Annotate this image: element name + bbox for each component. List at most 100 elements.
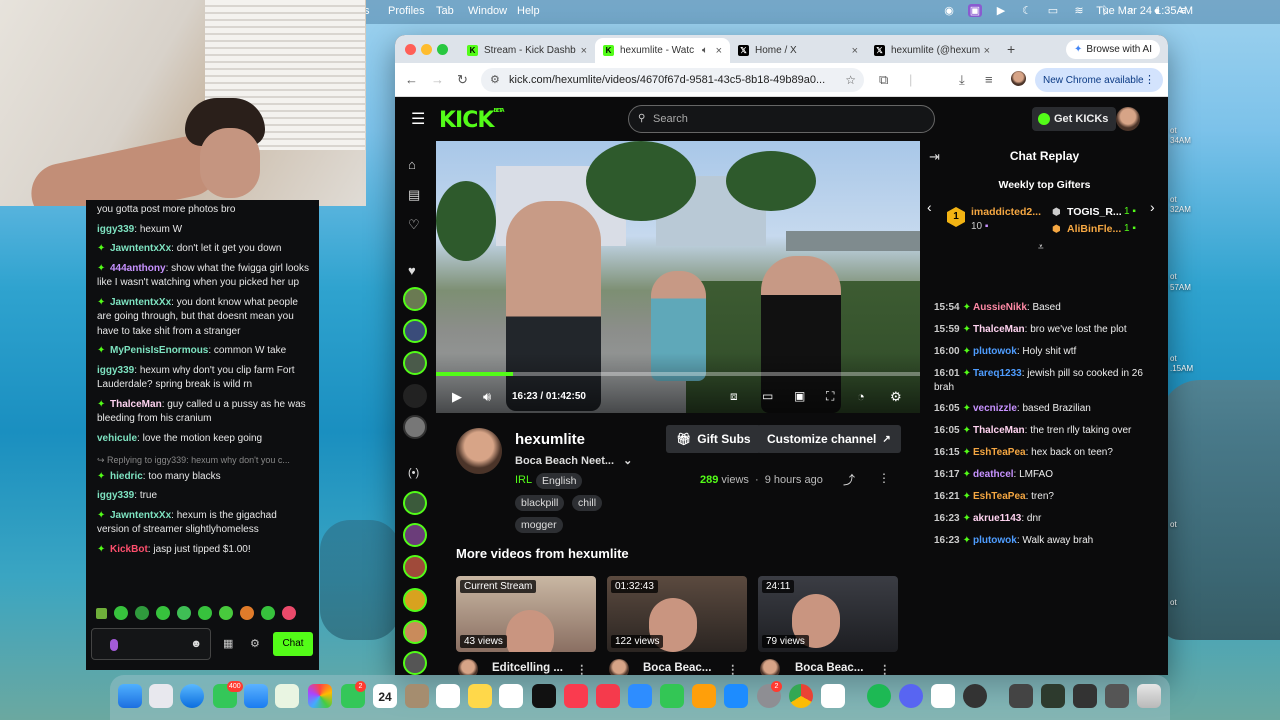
menu-window[interactable]: Window xyxy=(468,5,507,17)
obs-icon[interactable]: ◉ xyxy=(942,4,956,17)
tag-pill[interactable]: blackpill xyxy=(515,495,565,511)
speaker-icon[interactable]: 🔈︎ xyxy=(702,45,708,56)
finder-icon[interactable] xyxy=(118,684,142,708)
minimized-window-icon[interactable] xyxy=(1009,684,1033,708)
menu-clock[interactable]: Tue Mar 24 1:35AM xyxy=(1096,5,1193,17)
safari-icon[interactable] xyxy=(180,684,204,708)
close-icon[interactable]: × xyxy=(581,45,587,57)
thumbnail-title[interactable]: Boca Beac... xyxy=(795,662,863,674)
thumbnail-title[interactable]: Boca Beac... xyxy=(643,662,711,674)
kick-logo[interactable]: KICKBETA xyxy=(439,108,505,133)
chevron-left-icon[interactable]: ‹ xyxy=(927,199,932,215)
download-icon[interactable]: ⤓ xyxy=(959,72,965,88)
forward-icon[interactable]: → xyxy=(431,72,444,87)
emote-icon[interactable] xyxy=(135,606,149,620)
thumbnail-channel-avatar[interactable] xyxy=(760,659,780,675)
more-options-icon[interactable]: ⋮ xyxy=(576,662,588,675)
video-thumbnail[interactable]: 24:11 79 views xyxy=(758,576,898,652)
settings-gear-icon[interactable]: ⚙ xyxy=(890,389,902,405)
more-options-icon[interactable]: ⋮ xyxy=(727,662,739,675)
video-thumbnail[interactable]: Current Stream 43 views xyxy=(456,576,596,652)
following-heart-icon[interactable]: ♥ xyxy=(408,263,416,278)
home-icon[interactable]: ⌂ xyxy=(408,157,416,172)
wifi-icon[interactable]: ≋ xyxy=(1072,4,1086,17)
tag-pill[interactable]: chill xyxy=(572,495,603,511)
launchpad-icon[interactable] xyxy=(149,684,173,708)
emote-icon[interactable] xyxy=(219,606,233,620)
chat-username[interactable]: ThalceMan xyxy=(973,425,1025,436)
more-vert-icon[interactable]: ⋮ xyxy=(1144,73,1155,86)
heart-icon[interactable]: ♡ xyxy=(408,217,420,233)
menu-profiles[interactable]: Profiles xyxy=(388,5,425,17)
chat-input[interactable]: ☻ xyxy=(91,628,211,660)
tag-pill[interactable]: mogger xyxy=(515,517,563,533)
close-icon[interactable]: × xyxy=(716,45,722,57)
apple-tv-icon[interactable] xyxy=(532,684,556,708)
emote-icon[interactable] xyxy=(282,606,296,620)
music-icon[interactable] xyxy=(564,684,588,708)
freeform-icon[interactable] xyxy=(499,684,523,708)
screen-record-icon[interactable]: ▣ xyxy=(968,4,982,17)
gear-icon[interactable]: ⚙ xyxy=(250,637,260,652)
video-thumbnail[interactable]: 01:32:43 122 views xyxy=(607,576,747,652)
video-progress-bar[interactable] xyxy=(436,372,920,376)
recommended-channel-avatar[interactable] xyxy=(403,651,427,675)
language-tag[interactable]: English xyxy=(536,473,583,489)
minimize-window-icon[interactable] xyxy=(421,44,432,55)
contacts-icon[interactable] xyxy=(405,684,429,708)
chat-username[interactable]: hiedric xyxy=(110,471,143,482)
play-icon[interactable]: ▶ xyxy=(994,4,1008,17)
channel-avatar[interactable] xyxy=(456,428,502,474)
chat-username[interactable]: EshTeaPea xyxy=(973,447,1026,458)
browse-with-ai-button[interactable]: ✦ Browse with AI xyxy=(1066,40,1160,59)
chat-username[interactable]: akrue1143 xyxy=(973,513,1021,524)
news-icon[interactable] xyxy=(596,684,620,708)
theater-mode-icon[interactable]: ▣ xyxy=(794,389,805,403)
address-bar[interactable]: ⚙ kick.com/hexumlite/videos/4670f67d-958… xyxy=(481,68,864,92)
chevron-right-icon[interactable]: › xyxy=(1150,199,1155,215)
category-link[interactable]: IRL xyxy=(515,474,532,486)
followed-channel-avatar[interactable] xyxy=(403,384,427,408)
recommended-channel-avatar[interactable] xyxy=(403,620,427,644)
more-options-icon[interactable]: ⋮ xyxy=(878,471,890,485)
numbers-icon[interactable] xyxy=(660,684,684,708)
reminders-icon[interactable] xyxy=(436,684,460,708)
profile-avatar[interactable] xyxy=(1011,71,1026,86)
chat-username[interactable]: JawntentxXx xyxy=(110,243,171,254)
notes-icon[interactable] xyxy=(468,684,492,708)
app-store-icon[interactable] xyxy=(724,684,748,708)
menu-tab[interactable]: Tab xyxy=(436,5,454,17)
chat-username[interactable]: plutowok xyxy=(973,535,1017,546)
bookmark-star-icon[interactable]: ☆ xyxy=(845,73,856,87)
browse-icon[interactable]: ▤ xyxy=(408,187,420,203)
chrome-icon[interactable] xyxy=(789,684,813,708)
chat-username[interactable]: EshTeaPea xyxy=(973,491,1026,502)
photos-icon[interactable] xyxy=(308,684,332,708)
gifter-name[interactable]: AliBinFle... xyxy=(1067,223,1121,235)
emote-icon[interactable] xyxy=(198,606,212,620)
keynote-icon[interactable] xyxy=(628,684,652,708)
thumbnail-title[interactable]: Editcelling ... xyxy=(492,662,563,674)
emoji-icon[interactable]: ☻ xyxy=(190,637,202,652)
emote-icon[interactable] xyxy=(261,606,275,620)
capcut-icon[interactable] xyxy=(931,684,955,708)
minimized-window-icon[interactable] xyxy=(1073,684,1097,708)
tab-x-hexumlite[interactable]: 𝕏 hexumlite (@hexum × xyxy=(866,38,998,63)
close-icon[interactable]: × xyxy=(984,45,990,57)
discord-icon[interactable] xyxy=(899,684,923,708)
chat-username[interactable]: Tareq1233 xyxy=(973,368,1022,379)
microphone-icon[interactable] xyxy=(110,639,118,651)
emote-icon[interactable] xyxy=(156,606,170,620)
back-icon[interactable]: ← xyxy=(405,72,418,87)
channel-name[interactable]: hexumlite xyxy=(515,431,585,448)
playback-speed-icon[interactable]: ◔ xyxy=(857,389,865,404)
hamburger-menu-icon[interactable]: ☰ xyxy=(411,109,425,129)
thumbnail-channel-avatar[interactable] xyxy=(458,659,478,675)
chat-username[interactable]: plutowok xyxy=(973,346,1017,357)
user-avatar[interactable] xyxy=(1116,107,1140,131)
menu-help[interactable]: Help xyxy=(517,5,540,17)
followed-channel-avatar[interactable] xyxy=(403,351,427,375)
top-gifter-name[interactable]: imaddicted2... xyxy=(971,206,1041,218)
emote-icon[interactable] xyxy=(177,606,191,620)
get-kicks-button[interactable]: Get KICKs xyxy=(1032,107,1117,131)
